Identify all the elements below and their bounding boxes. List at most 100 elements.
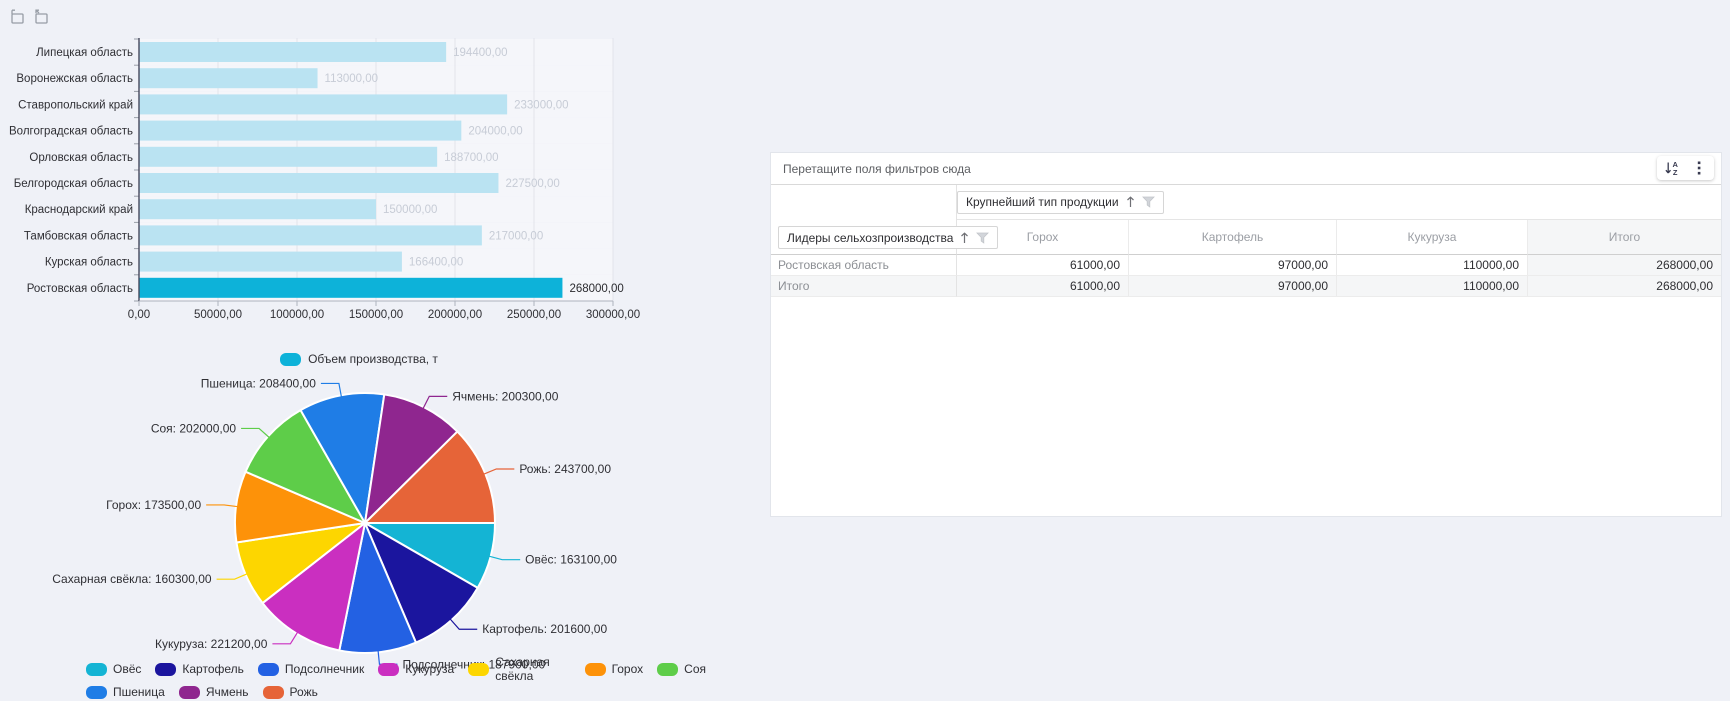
kebab-menu-icon[interactable]	[1691, 160, 1707, 176]
pie-data-label: Сахарная свёкла: 160300,00	[52, 572, 212, 586]
legend-swatch	[86, 686, 107, 699]
bar-category-label: Тамбовская область	[24, 230, 133, 242]
bar-category-label: Белгородская область	[14, 178, 133, 190]
bar-category-label: Липецкая область	[36, 47, 133, 59]
pie-label-connector	[206, 505, 238, 507]
pivot-filter-area[interactable]: Перетащите поля фильтров сюда A Z	[771, 153, 1721, 185]
bar-9[interactable]	[139, 278, 562, 298]
pie-legend-item-Пшеница[interactable]: Пшеница	[86, 685, 165, 699]
pivot-column-header-Картофель: Картофель	[1128, 220, 1336, 255]
bar-value-label: 204000,00	[468, 126, 522, 138]
pie-legend-item-Кукуруза[interactable]: Кукуруза	[378, 662, 454, 676]
pie-data-label: Пшеница: 208400,00	[201, 376, 317, 390]
bar-value-label: 233000,00	[514, 99, 568, 111]
bar-value-label: 217000,00	[489, 230, 543, 242]
pivot-data-cell: 61000,00	[957, 276, 1128, 297]
legend-swatch	[86, 663, 107, 676]
pie-data-label: Кукуруза: 221200,00	[155, 637, 268, 651]
x-tick-label: 0,00	[128, 309, 150, 321]
bar-1[interactable]	[139, 68, 318, 88]
svg-text:Z: Z	[1673, 168, 1678, 176]
pivot-grid-panel: Перетащите поля фильтров сюда A Z	[770, 152, 1722, 517]
pivot-row-fields-area: Лидеры сельхозпроизводства	[771, 185, 957, 255]
pie-legend-item-Горох[interactable]: Горох	[585, 662, 644, 676]
pivot-column-header-Кукуруза: Кукуруза	[1336, 220, 1527, 255]
legend-label: Пшеница	[113, 685, 165, 699]
bar-5[interactable]	[139, 173, 498, 193]
pie-legend-row: Пшеница Ячмень Рожь	[86, 682, 706, 701]
legend-label: Картофель	[182, 662, 244, 676]
x-tick-label: 200000,00	[428, 309, 482, 321]
bar-6[interactable]	[139, 199, 376, 219]
legend-label: Ячмень	[206, 685, 249, 699]
column-field-chip[interactable]: Крупнейший тип продукции	[957, 191, 1164, 214]
legend-label: Объем производства, т	[308, 352, 438, 366]
selection-box-icon[interactable]	[8, 8, 26, 26]
pie-label-connector	[217, 574, 248, 580]
bar-category-label: Ростовская область	[27, 283, 133, 295]
pie-legend-item-Соя[interactable]: Соя	[657, 662, 706, 676]
sort-descending-az-icon[interactable]: A Z	[1664, 160, 1680, 176]
pivot-data-cell: 268000,00	[1527, 255, 1721, 276]
pie-data-label: Овёс: 163100,00	[525, 553, 617, 567]
x-tick-label: 50000,00	[194, 309, 242, 321]
pie-label-connector	[489, 556, 521, 560]
row-field-label: Лидеры сельхозпроизводства	[787, 231, 953, 245]
funnel-icon[interactable]	[1142, 196, 1155, 208]
pie-legend-item-Овёс[interactable]: Овёс	[86, 662, 141, 676]
pivot-grid: Лидеры сельхозпроизводства Крупнейший ти…	[771, 185, 1721, 297]
legend-swatch	[179, 686, 200, 699]
pie-data-label: Соя: 202000,00	[151, 421, 237, 435]
bar-category-label: Орловская область	[29, 152, 133, 164]
chart-toolbar	[8, 8, 50, 26]
arrow-up-icon	[1126, 196, 1135, 208]
pie-legend-item-Сахарная свёкла[interactable]: Сахарная свёкла	[468, 655, 570, 683]
x-tick-label: 300000,00	[586, 309, 640, 321]
pivot-row-header-Ростовская область: Ростовская область	[771, 255, 957, 276]
bar-category-label: Воронежская область	[16, 73, 133, 85]
pie-label-connector	[241, 428, 269, 437]
bar-value-label: 194400,00	[453, 47, 507, 59]
bar-category-label: Волгоградская область	[9, 126, 133, 138]
charts-canvas: 194400,00113000,00233000,00204000,001887…	[0, 0, 700, 701]
pie-legend-item-Ячмень[interactable]: Ячмень	[179, 685, 249, 699]
filter-area-hint: Перетащите поля фильтров сюда	[783, 162, 971, 176]
pie-legend-item-Картофель[interactable]: Картофель	[155, 662, 244, 676]
pivot-column-fields-area: Крупнейший тип продукции	[957, 185, 1721, 220]
bar-0[interactable]	[139, 42, 446, 62]
pie-label-connector	[272, 632, 297, 644]
bar-2[interactable]	[139, 94, 507, 114]
bar-category-label: Ставропольский край	[18, 99, 133, 111]
pie-label-connector	[423, 396, 447, 408]
legend-swatch	[378, 663, 399, 676]
pivot-data-cell: 97000,00	[1128, 276, 1336, 297]
pie-legend-row: ОвёсКартофельПодсолнечникКукурузаСахарна…	[86, 659, 706, 679]
legend-swatch	[468, 663, 489, 676]
pivot-column-header-Горох: Горох	[957, 220, 1128, 255]
pie-legend-item-Рожь[interactable]: Рожь	[263, 685, 318, 699]
legend-swatch	[585, 663, 606, 676]
legend-label: Сахарная свёкла	[495, 655, 570, 683]
column-field-label: Крупнейший тип продукции	[966, 195, 1119, 209]
legend-label: Овёс	[113, 662, 141, 676]
legend-swatch	[280, 353, 301, 366]
bar-4[interactable]	[139, 147, 437, 167]
legend-label: Кукуруза	[405, 662, 454, 676]
bar-value-label: 113000,00	[325, 73, 379, 85]
pie-chart-legend: ОвёсКартофельПодсолнечникКукурузаСахарна…	[86, 659, 706, 701]
pie-data-label: Горох: 173500,00	[106, 498, 201, 512]
legend-label: Соя	[684, 662, 706, 676]
pivot-data-cell: 268000,00	[1527, 276, 1721, 297]
pie-legend-item-Подсолнечник[interactable]: Подсолнечник	[258, 662, 364, 676]
pie-data-label: Картофель: 201600,00	[482, 622, 607, 636]
legend-swatch	[155, 663, 176, 676]
bar-8[interactable]	[139, 252, 402, 272]
bar-value-label: 150000,00	[383, 204, 437, 216]
bar-value-label: 166400,00	[409, 257, 463, 269]
pie-label-connector	[483, 469, 514, 474]
bar-7[interactable]	[139, 225, 482, 245]
bar-3[interactable]	[139, 121, 461, 141]
bar-value-label: 268000,00	[569, 283, 623, 295]
legend-swatch	[657, 663, 678, 676]
selection-undo-icon[interactable]	[32, 8, 50, 26]
